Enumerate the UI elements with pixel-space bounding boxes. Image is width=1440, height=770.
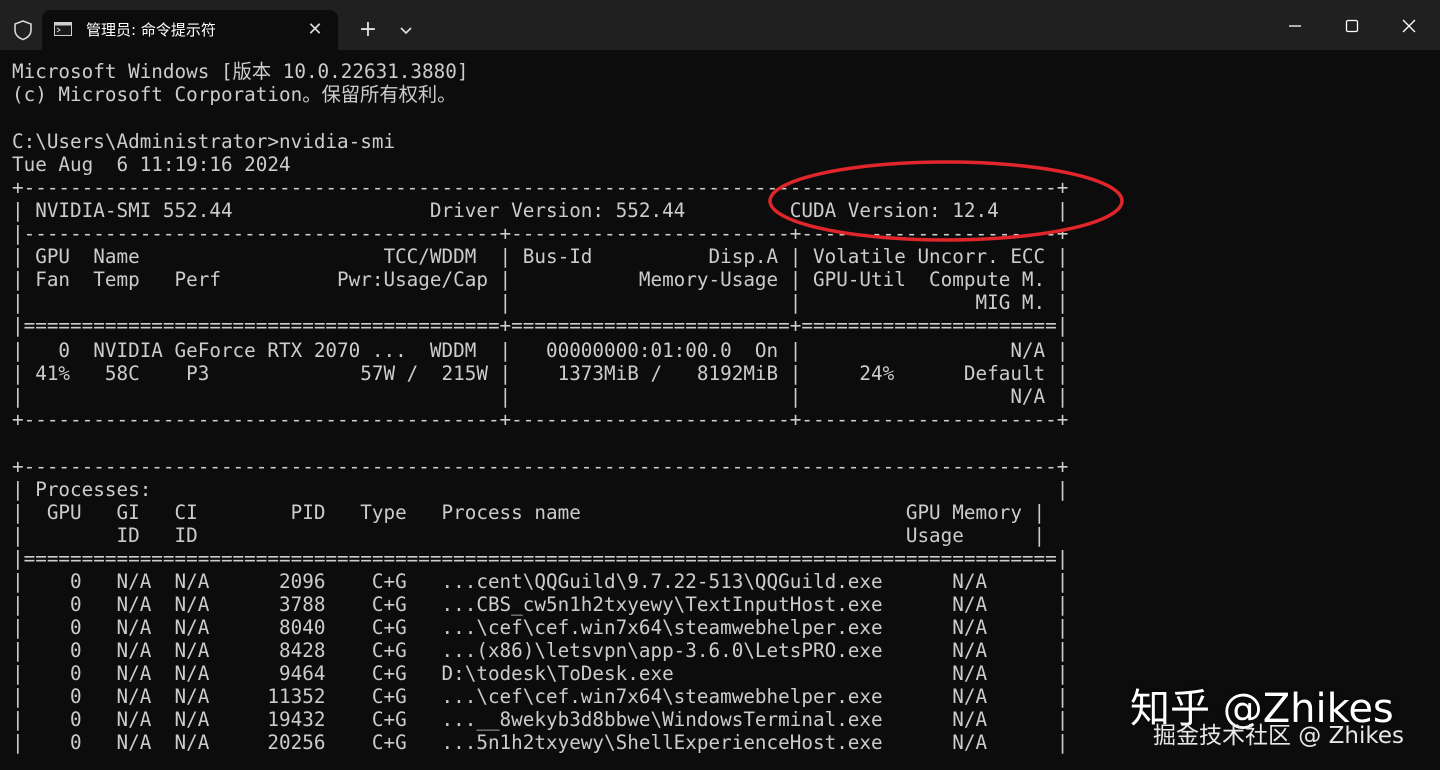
terminal-output[interactable]: Microsoft Windows [版本 10.0.22631.3880] (…	[0, 50, 1440, 770]
tab-title: 管理员: 命令提示符	[86, 21, 216, 39]
chevron-down-icon[interactable]	[396, 20, 416, 40]
shield-icon	[14, 20, 32, 41]
gpu-table-line: | GPU Name TCC/WDDM | Bus-Id Disp.A | Vo…	[12, 245, 1069, 268]
process-row: | 0 N/A N/A 20256 C+G ...5n1h2txyewy\She…	[12, 731, 1069, 754]
gpu-table-line: |=======================================…	[12, 314, 1069, 337]
juejin-watermark: 掘金技术社区 @ Zhikes	[1153, 723, 1404, 749]
process-row: | 0 N/A N/A 8040 C+G ...\cef\cef.win7x64…	[12, 616, 1069, 639]
close-window-button[interactable]	[1397, 14, 1421, 38]
gpu-table-line: +---------------------------------------…	[12, 176, 1069, 199]
command-prompt-line: C:\Users\Administrator>nvidia-smi	[12, 130, 396, 153]
process-row: | 0 N/A N/A 9464 C+G D:\todesk\ToDesk.ex…	[12, 662, 1069, 685]
process-row: | 0 N/A N/A 11352 C+G ...\cef\cef.win7x6…	[12, 685, 1069, 708]
process-table-line: | GPU GI CI PID Type Process name GPU Me…	[12, 501, 1046, 524]
gpu-table-line: | 0 NVIDIA GeForce RTX 2070 ... WDDM | 0…	[12, 339, 1069, 362]
process-row: | 0 N/A N/A 19432 C+G ...__8wekyb3d8bbwe…	[12, 708, 1069, 731]
new-tab-button[interactable]: +	[356, 18, 380, 42]
process-table-line: +---------------------------------------…	[12, 455, 1069, 478]
gpu-table-line: |---------------------------------------…	[12, 222, 1069, 245]
gpu-table-line: | | | N/A |	[12, 385, 1069, 408]
gpu-table-line: +---------------------------------------…	[12, 408, 1069, 431]
process-row: | 0 N/A N/A 2096 C+G ...cent\QQGuild\9.7…	[12, 570, 1069, 593]
maximize-button[interactable]	[1340, 14, 1364, 38]
gpu-table-line: | 41% 58C P3 57W / 215W | 1373MiB / 8192…	[12, 362, 1069, 385]
title-bar: 管理员: 命令提示符 ✕ +	[0, 0, 1440, 50]
timestamp-line: Tue Aug 6 11:19:16 2024	[12, 153, 291, 176]
gpu-table-line: | Fan Temp Perf Pwr:Usage/Cap | Memory-U…	[12, 268, 1069, 291]
tab-close-button[interactable]: ✕	[304, 19, 326, 41]
terminal-line: Microsoft Windows [版本 10.0.22631.3880]	[12, 60, 469, 83]
process-table-line: |=======================================…	[12, 547, 1069, 570]
gpu-table-line: | NVIDIA-SMI 552.44 Driver Version: 552.…	[12, 199, 1069, 222]
process-table-line: | ID ID Usage |	[12, 524, 1046, 547]
terminal-line: (c) Microsoft Corporation。保留所有权利。	[12, 83, 457, 106]
process-row: | 0 N/A N/A 3788 C+G ...CBS_cw5n1h2txyew…	[12, 593, 1069, 616]
terminal-icon	[54, 22, 72, 36]
process-table-line: | Processes: |	[12, 478, 1069, 501]
minimize-button[interactable]	[1283, 14, 1307, 38]
process-row: | 0 N/A N/A 8428 C+G ...(x86)\letsvpn\ap…	[12, 639, 1069, 662]
gpu-table-line: | | | MIG M. |	[12, 291, 1069, 314]
tab-command-prompt[interactable]: 管理员: 命令提示符 ✕	[42, 10, 338, 50]
